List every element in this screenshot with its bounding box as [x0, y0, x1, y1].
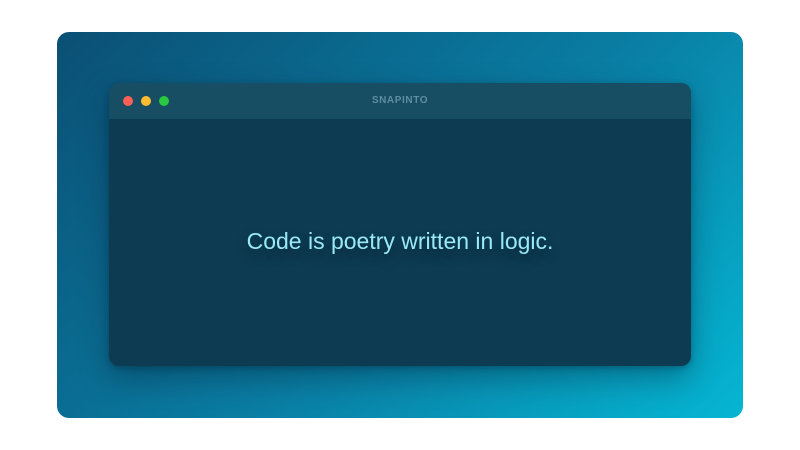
- gradient-backdrop: SNAPINTO Code is poetry written in logic…: [57, 32, 743, 418]
- app-window: SNAPINTO Code is poetry written in logic…: [109, 83, 691, 366]
- window-title: SNAPINTO: [371, 95, 429, 106]
- window-content: Code is poetry written in logic.: [109, 119, 691, 366]
- quote-text: Code is poetry written in logic.: [246, 228, 554, 254]
- window-titlebar: SNAPINTO: [109, 83, 691, 119]
